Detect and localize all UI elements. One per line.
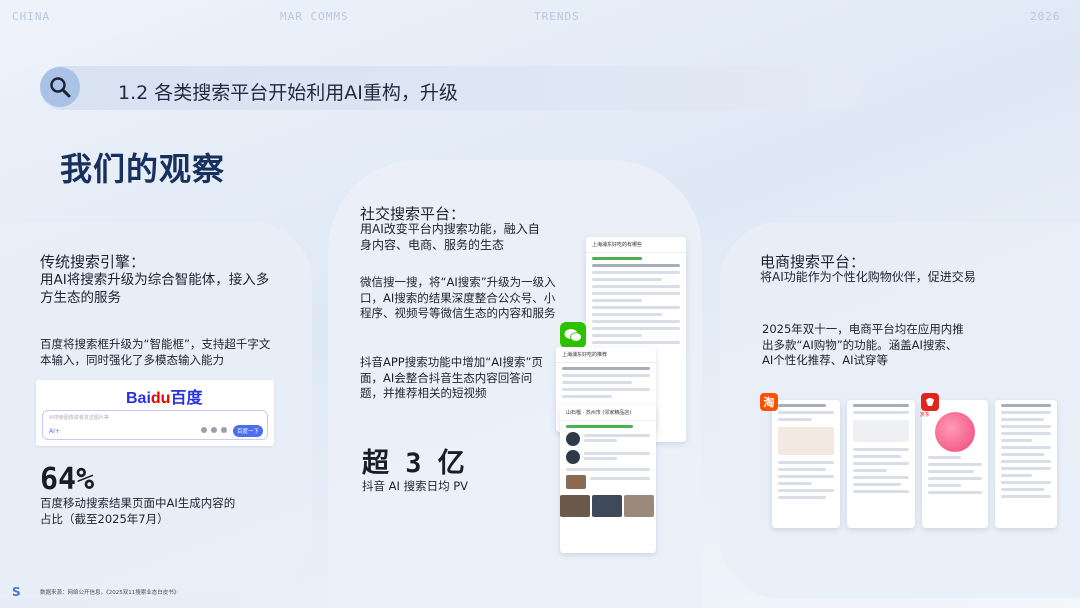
wechat-icon — [560, 322, 586, 348]
left-body: 百度将搜索框升级为“智能框”，支持超千字文本输入，同时强化了多模态输入能力 — [40, 337, 271, 367]
attach-icon[interactable] — [211, 427, 217, 433]
top-label-mar-comms: MAR COMMS — [280, 10, 349, 23]
mid-subheading: 用AI改变平台内搜索功能，融入自身内容、电商、服务的生态 — [360, 222, 540, 253]
mic-icon[interactable] — [201, 427, 207, 433]
wechat-text: 微信搜一搜，将“AI搜索”升级为一级入口，AI搜索的结果深度整合公众号、小程序、… — [360, 275, 556, 321]
douyin-search-mock: 山石榴 · 苏州市 (邻家精品店) — [560, 405, 656, 553]
wechat-mock-title: 上海浦东好吃的有哪些 — [586, 237, 686, 253]
jd-icon — [921, 393, 939, 411]
baidu-search-box[interactable]: AI搜索图像或者发送图片等 AI+ 百度一下 — [42, 410, 268, 440]
pinduoduo-mock — [995, 400, 1057, 528]
right-subheading: 将AI功能作为个性化购物伙伴，促进交易 — [760, 270, 976, 284]
page-title: 我们的观察 — [60, 150, 226, 188]
left-heading: 传统搜索引擎： — [40, 253, 146, 271]
left-stat-value: 64% — [40, 462, 95, 497]
douyin-mock-title: 上海浦东好吃的推荐 — [556, 347, 656, 363]
jd-mock — [922, 400, 988, 528]
baidu-search-mock: Baidu百度 AI搜索图像或者发送图片等 AI+ 百度一下 — [36, 380, 274, 446]
left-stat-label: 百度移动搜索结果页面中AI生成内容的占比（截至2025年7月） — [40, 496, 236, 526]
top-label-year: 2026 — [1030, 10, 1061, 23]
section-title: 1.2 各类搜索平台开始利用AI重构，升级 — [118, 82, 458, 104]
baidu-logo-du: du — [150, 390, 171, 407]
baidu-input-icons — [201, 427, 227, 433]
douyin-front-title: 山石榴 · 苏州市 (邻家精品店) — [560, 405, 656, 421]
top-label-trends: TRENDS — [534, 10, 580, 23]
left-subheading: 用AI将搜索升级为综合智能体，接入多方生态的服务 — [40, 272, 270, 307]
mid-stat-value: 超 3 亿 — [362, 448, 465, 479]
footer-source-note: 数据来源：网络公开信息，《2025双11搜索业态白皮书》 — [40, 590, 180, 596]
douyin-text: 抖音APP搜索功能中增加“AI搜索”页面，AI会整合抖音生态内容回答问题，并推荐… — [360, 355, 543, 401]
baidu-ai-toggle[interactable]: AI+ — [49, 428, 60, 435]
right-body: 2025年双十一，电商平台均在应用内推出多款“AI购物”的功能。涵盖AI搜索、A… — [762, 322, 964, 368]
jd-label: 京东 — [920, 412, 931, 418]
taobao-mock — [772, 400, 840, 528]
baidu-logo: Baidu百度 — [126, 384, 202, 408]
baidu-placeholder: AI搜索图像或者发送图片等 — [49, 415, 109, 421]
tmall-mock — [847, 400, 915, 528]
footer-logo: S — [12, 585, 21, 599]
baidu-logo-cn: 百度 — [170, 390, 203, 407]
top-label-china: CHINA — [12, 10, 51, 23]
mid-stat-label: 抖音 AI 搜索日均 PV — [362, 479, 469, 493]
camera-icon[interactable] — [221, 427, 227, 433]
baidu-search-button[interactable]: 百度一下 — [233, 425, 263, 437]
baidu-logo-bai: Bai — [126, 390, 151, 407]
search-icon — [40, 67, 80, 107]
taobao-icon: 淘 — [760, 393, 778, 411]
